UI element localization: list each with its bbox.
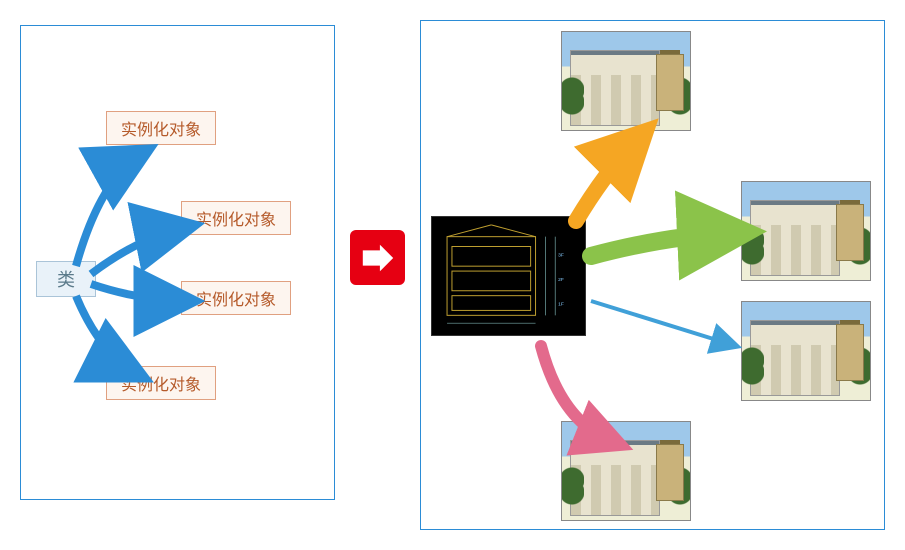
right-panel: 3F 2F 1F [420, 20, 885, 530]
blueprint-to-house-arrows [421, 21, 886, 531]
class-to-instance-arrows [21, 26, 336, 501]
equals-arrow-icon [350, 230, 405, 285]
left-panel: 类 实例化对象 实例化对象 实例化对象 实例化对象 [20, 25, 335, 500]
